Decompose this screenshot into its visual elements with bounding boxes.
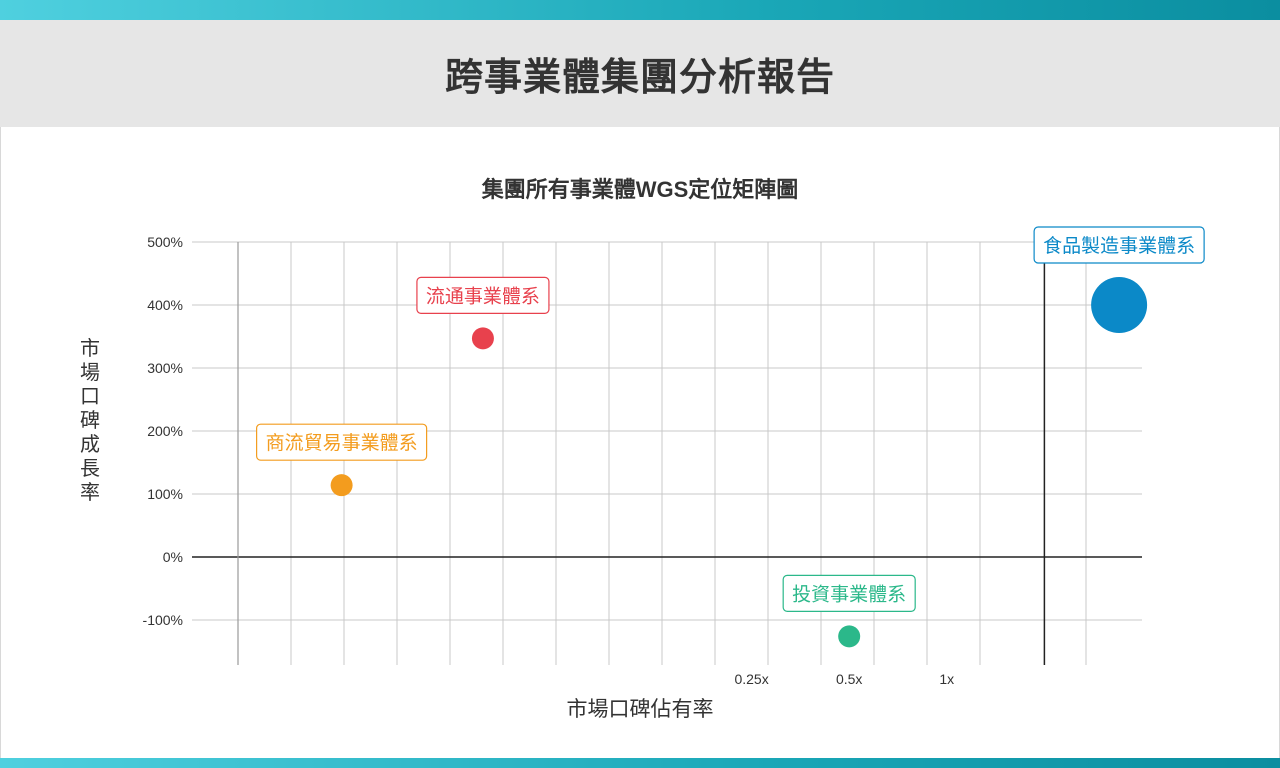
data-point-bubble — [471, 327, 494, 350]
data-label: 流通事業體系 — [426, 285, 540, 307]
data-point-bubble — [1091, 277, 1148, 333]
data-point-bubble — [330, 474, 353, 497]
x-axis-label: 市場口碑佔有率 — [566, 698, 714, 721]
data-label: 投資事業體系 — [792, 583, 906, 605]
scatter-chart: 500% 400% 300% 200% 100% 0% -100% 0.25x 0.5x 1x 流通… — [143, 226, 1205, 687]
y-tick-label: 0% — [163, 549, 183, 565]
x-tick-label: 0.5x — [836, 671, 862, 687]
data-label: 食品製造事業體系 — [1043, 235, 1195, 257]
y-tick-label: 100% — [147, 486, 183, 502]
x-tick-label: 0.25x — [734, 671, 768, 687]
y-axis-label: 市場口碑成長率 — [80, 338, 100, 504]
y-tick-label: 200% — [147, 423, 183, 439]
x-tick-label: 1x — [939, 671, 954, 687]
data-label: 商流貿易事業體系 — [266, 432, 418, 454]
y-tick-label: 300% — [147, 360, 183, 376]
y-tick-label: 500% — [147, 234, 183, 250]
bottom-accent-bar — [0, 758, 1280, 768]
data-point-bubble — [838, 625, 861, 648]
y-tick-label: 400% — [147, 297, 183, 313]
y-tick-label: -100% — [143, 612, 183, 628]
